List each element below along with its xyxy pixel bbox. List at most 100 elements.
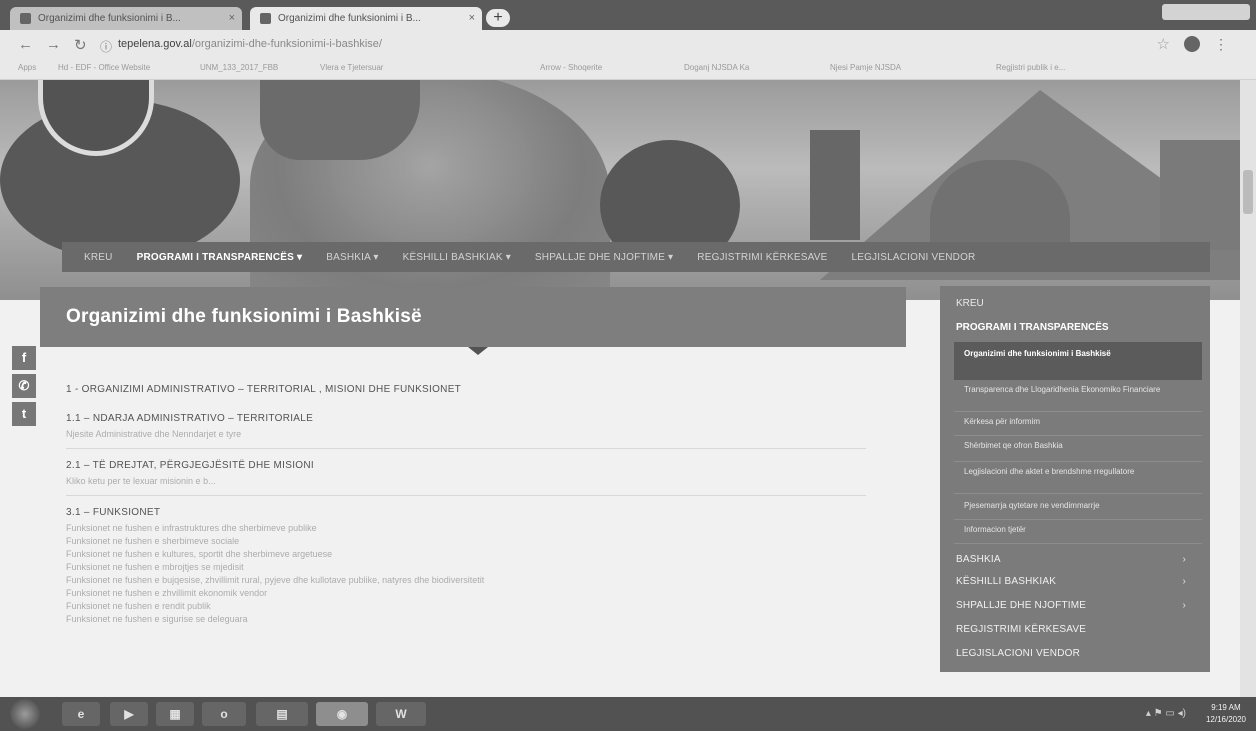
browser-tab-active[interactable]: Organizimi dhe funksionimi i B... ×	[250, 7, 482, 30]
close-icon[interactable]: ×	[229, 12, 235, 24]
section-heading: 1.1 – NDARJA ADMINISTRATIVO – TERRITORIA…	[66, 413, 314, 424]
page-title-bar: Organizimi dhe funksionimi i Bashkisë	[40, 287, 906, 355]
system-tray[interactable]: ▴ ⚑ ▭ ◂)	[1146, 708, 1186, 719]
nav-item-programi[interactable]: PROGRAMI I TRANSPARENCËS ▾	[137, 252, 303, 263]
forward-arrow-icon[interactable]: →	[46, 36, 61, 53]
sidebar-item-kreu[interactable]: KREU	[940, 298, 1210, 309]
sidebar-item-legjislacioni[interactable]: LEGJISLACIONI VENDOR	[940, 648, 1210, 659]
nav-item-legjislacioni[interactable]: LEGJISLACIONI VENDOR	[851, 252, 975, 263]
windows-explorer-icon[interactable]: ▦	[156, 702, 194, 726]
banner-bell-tower	[810, 130, 860, 240]
outlook-icon[interactable]: o	[202, 702, 246, 726]
bookmark-item[interactable]: Regjistri publik i e...	[996, 63, 1065, 72]
sidebar-item-keshilli[interactable]: KËSHILLI BASHKIAK ›	[940, 576, 1210, 587]
back-arrow-icon[interactable]: ←	[18, 36, 33, 53]
section-link[interactable]: Funksionet ne fushen e sigurise se deleg…	[66, 614, 876, 624]
kebab-menu-icon[interactable]: ⋮	[1214, 36, 1228, 53]
section-link[interactable]: Funksionet ne fushen e mbrojtjes se mjed…	[66, 562, 876, 572]
chevron-right-icon: ›	[1182, 600, 1186, 611]
url-path: /organizimi-dhe-funksionimi-i-bashkise/	[191, 38, 382, 50]
section-link[interactable]: Funksionet ne fushen e zhvillimit ekonom…	[66, 588, 876, 598]
sidebar-subitem-active[interactable]: Organizimi dhe funksionimi i Bashkisë	[954, 342, 1202, 380]
sidebar-item-label: REGJISTRIMI KËRKESAVE	[956, 624, 1087, 635]
sidebar-subitem[interactable]: Transparenca dhe Llogaridhenia Ekonomiko…	[954, 382, 1202, 412]
close-icon[interactable]: ×	[469, 12, 475, 24]
sidebar-subitem[interactable]: Legjislacioni dhe aktet e brendshme rreg…	[954, 466, 1202, 494]
word-icon[interactable]: W	[376, 702, 426, 726]
main-content: 1 - ORGANIZIMI ADMINISTRATIVO – TERRITOR…	[66, 384, 876, 627]
sidebar-menu: KREU PROGRAMI I TRANSPARENCËS Organizimi…	[940, 286, 1210, 672]
bookmark-item[interactable]: Apps	[18, 63, 36, 72]
screenshot-root: Organizimi dhe funksionimi i B... × Orga…	[0, 0, 1256, 731]
browser-tabstrip: Organizimi dhe funksionimi i B... × Orga…	[0, 0, 1256, 30]
nav-item-bashkia[interactable]: BASHKIA ▾	[326, 252, 378, 263]
taskbar: e ▶ ▦ o ▤ ◉ W ▴ ⚑ ▭ ◂) 9:19 AM 12/16/202…	[0, 697, 1256, 731]
scrollbar-thumb[interactable]	[1243, 170, 1253, 214]
page-title: Organizimi dhe funksionimi i Bashkisë	[66, 306, 422, 327]
new-tab-button[interactable]: +	[486, 9, 510, 27]
sidebar-subitem[interactable]: Kërkesa për informim	[954, 416, 1202, 436]
section-heading: 3.1 – FUNKSIONET	[66, 507, 161, 518]
bookmark-item[interactable]: UNM_133_2017_FBB	[200, 63, 278, 72]
bookmark-item[interactable]: Arrow - Shoqerite	[540, 63, 602, 72]
sidebar-item-bashkia[interactable]: BASHKIA ›	[940, 554, 1210, 565]
bookmark-item[interactable]: Hd - EDF - Office Website	[58, 63, 150, 72]
banner-building	[1160, 140, 1240, 250]
chevron-right-icon: ›	[1182, 554, 1186, 565]
sidebar-subitem[interactable]: Shërbimet qe ofron Bashkia	[954, 440, 1202, 462]
nav-item-label: KËSHILLI BASHKIAK	[402, 251, 503, 263]
section-link[interactable]: Kliko ketu per te lexuar misionin e b...	[66, 476, 876, 486]
page-scrollbar[interactable]	[1240, 80, 1256, 697]
profile-avatar[interactable]	[1184, 36, 1200, 52]
nav-item-regjistrimi[interactable]: REGJISTRIMI KËRKESAVE	[697, 252, 827, 263]
url-field[interactable]: tepelena.gov.al/organizimi-dhe-funksioni…	[118, 38, 382, 50]
chrome-icon[interactable]: ◉	[316, 702, 368, 726]
sidebar-item-label: KËSHILLI BASHKIAK	[956, 576, 1057, 587]
sidebar-item-shpallje[interactable]: SHPALLJE DHE NJOFTIME ›	[940, 600, 1210, 611]
chevron-down-icon: ▾	[665, 251, 674, 263]
bookmarks-bar: Apps Hd - EDF - Office Website UNM_133_2…	[0, 58, 1256, 80]
section-heading: 2.1 – TË DREJTAT, PËRGJEGJËSITË DHE MISI…	[66, 460, 314, 471]
sidebar-item-label: LEGJISLACIONI VENDOR	[956, 648, 1081, 659]
window-controls[interactable]	[1162, 4, 1250, 20]
folder-icon[interactable]: ▤	[256, 702, 308, 726]
chevron-down-icon: ▾	[502, 251, 511, 263]
nav-item-shpallje[interactable]: SHPALLJE DHE NJOFTIME ▾	[535, 252, 673, 263]
nav-item-keshilli[interactable]: KËSHILLI BASHKIAK ▾	[403, 252, 511, 263]
chevron-down-icon: ▾	[294, 251, 303, 263]
nav-item-kreu[interactable]: KREU	[84, 252, 113, 263]
clock-time: 9:19 AM	[1211, 703, 1241, 712]
bookmark-item[interactable]: Vlera e Tjetersuar	[320, 63, 383, 72]
section-link[interactable]: Funksionet ne fushen e infrastruktures d…	[66, 523, 876, 533]
whatsapp-icon[interactable]: ✆	[12, 374, 36, 398]
section-link[interactable]: Njesite Administrative dhe Nenndarjet e …	[66, 429, 876, 439]
info-icon[interactable]: ⓘ	[100, 38, 112, 55]
browser-tab[interactable]: Organizimi dhe funksionimi i B... ×	[10, 7, 242, 30]
sidebar-item-regjistrimi[interactable]: REGJISTRIMI KËRKESAVE	[940, 624, 1210, 635]
sidebar-subitem[interactable]: Informacion tjetër	[954, 524, 1202, 544]
section-link[interactable]: Funksionet ne fushen e rendit publik	[66, 601, 876, 611]
taskbar-clock[interactable]: 9:19 AM 12/16/2020	[1206, 702, 1246, 726]
section-link[interactable]: Funksionet ne fushen e sherbimeve social…	[66, 536, 876, 546]
web-page: KREU PROGRAMI I TRANSPARENCËS ▾ BASHKIA …	[0, 80, 1256, 697]
twitter-icon[interactable]: t	[12, 402, 36, 426]
sidebar-item-programi[interactable]: PROGRAMI I TRANSPARENCËS	[940, 322, 1210, 333]
sidebar-item-label: BASHKIA	[956, 554, 1001, 565]
banner-church	[930, 160, 1070, 250]
bookmark-item[interactable]: Njesi Pamje NJSDA	[830, 63, 901, 72]
start-button[interactable]	[10, 699, 40, 729]
bookmark-item[interactable]: Doganj NJSDA Ka	[684, 63, 749, 72]
bookmark-star-icon[interactable]: ☆	[1157, 35, 1170, 53]
sidebar-item-label: SHPALLJE DHE NJOFTIME	[956, 600, 1087, 611]
chevron-right-icon: ›	[1182, 576, 1186, 587]
url-domain: tepelena.gov.al	[118, 38, 192, 50]
ie-icon[interactable]: e	[62, 702, 100, 726]
media-player-icon[interactable]: ▶	[110, 702, 148, 726]
section-link[interactable]: Funksionet ne fushen e kultures, sportit…	[66, 549, 876, 559]
sidebar-subitem[interactable]: Pjesemarrja qytetare ne vendimmarrje	[954, 500, 1202, 520]
divider	[66, 448, 866, 449]
divider	[66, 495, 866, 496]
section-link[interactable]: Funksionet ne fushen e bujqesise, zhvill…	[66, 575, 876, 585]
reload-icon[interactable]: ↻	[74, 36, 87, 54]
facebook-icon[interactable]: f	[12, 346, 36, 370]
